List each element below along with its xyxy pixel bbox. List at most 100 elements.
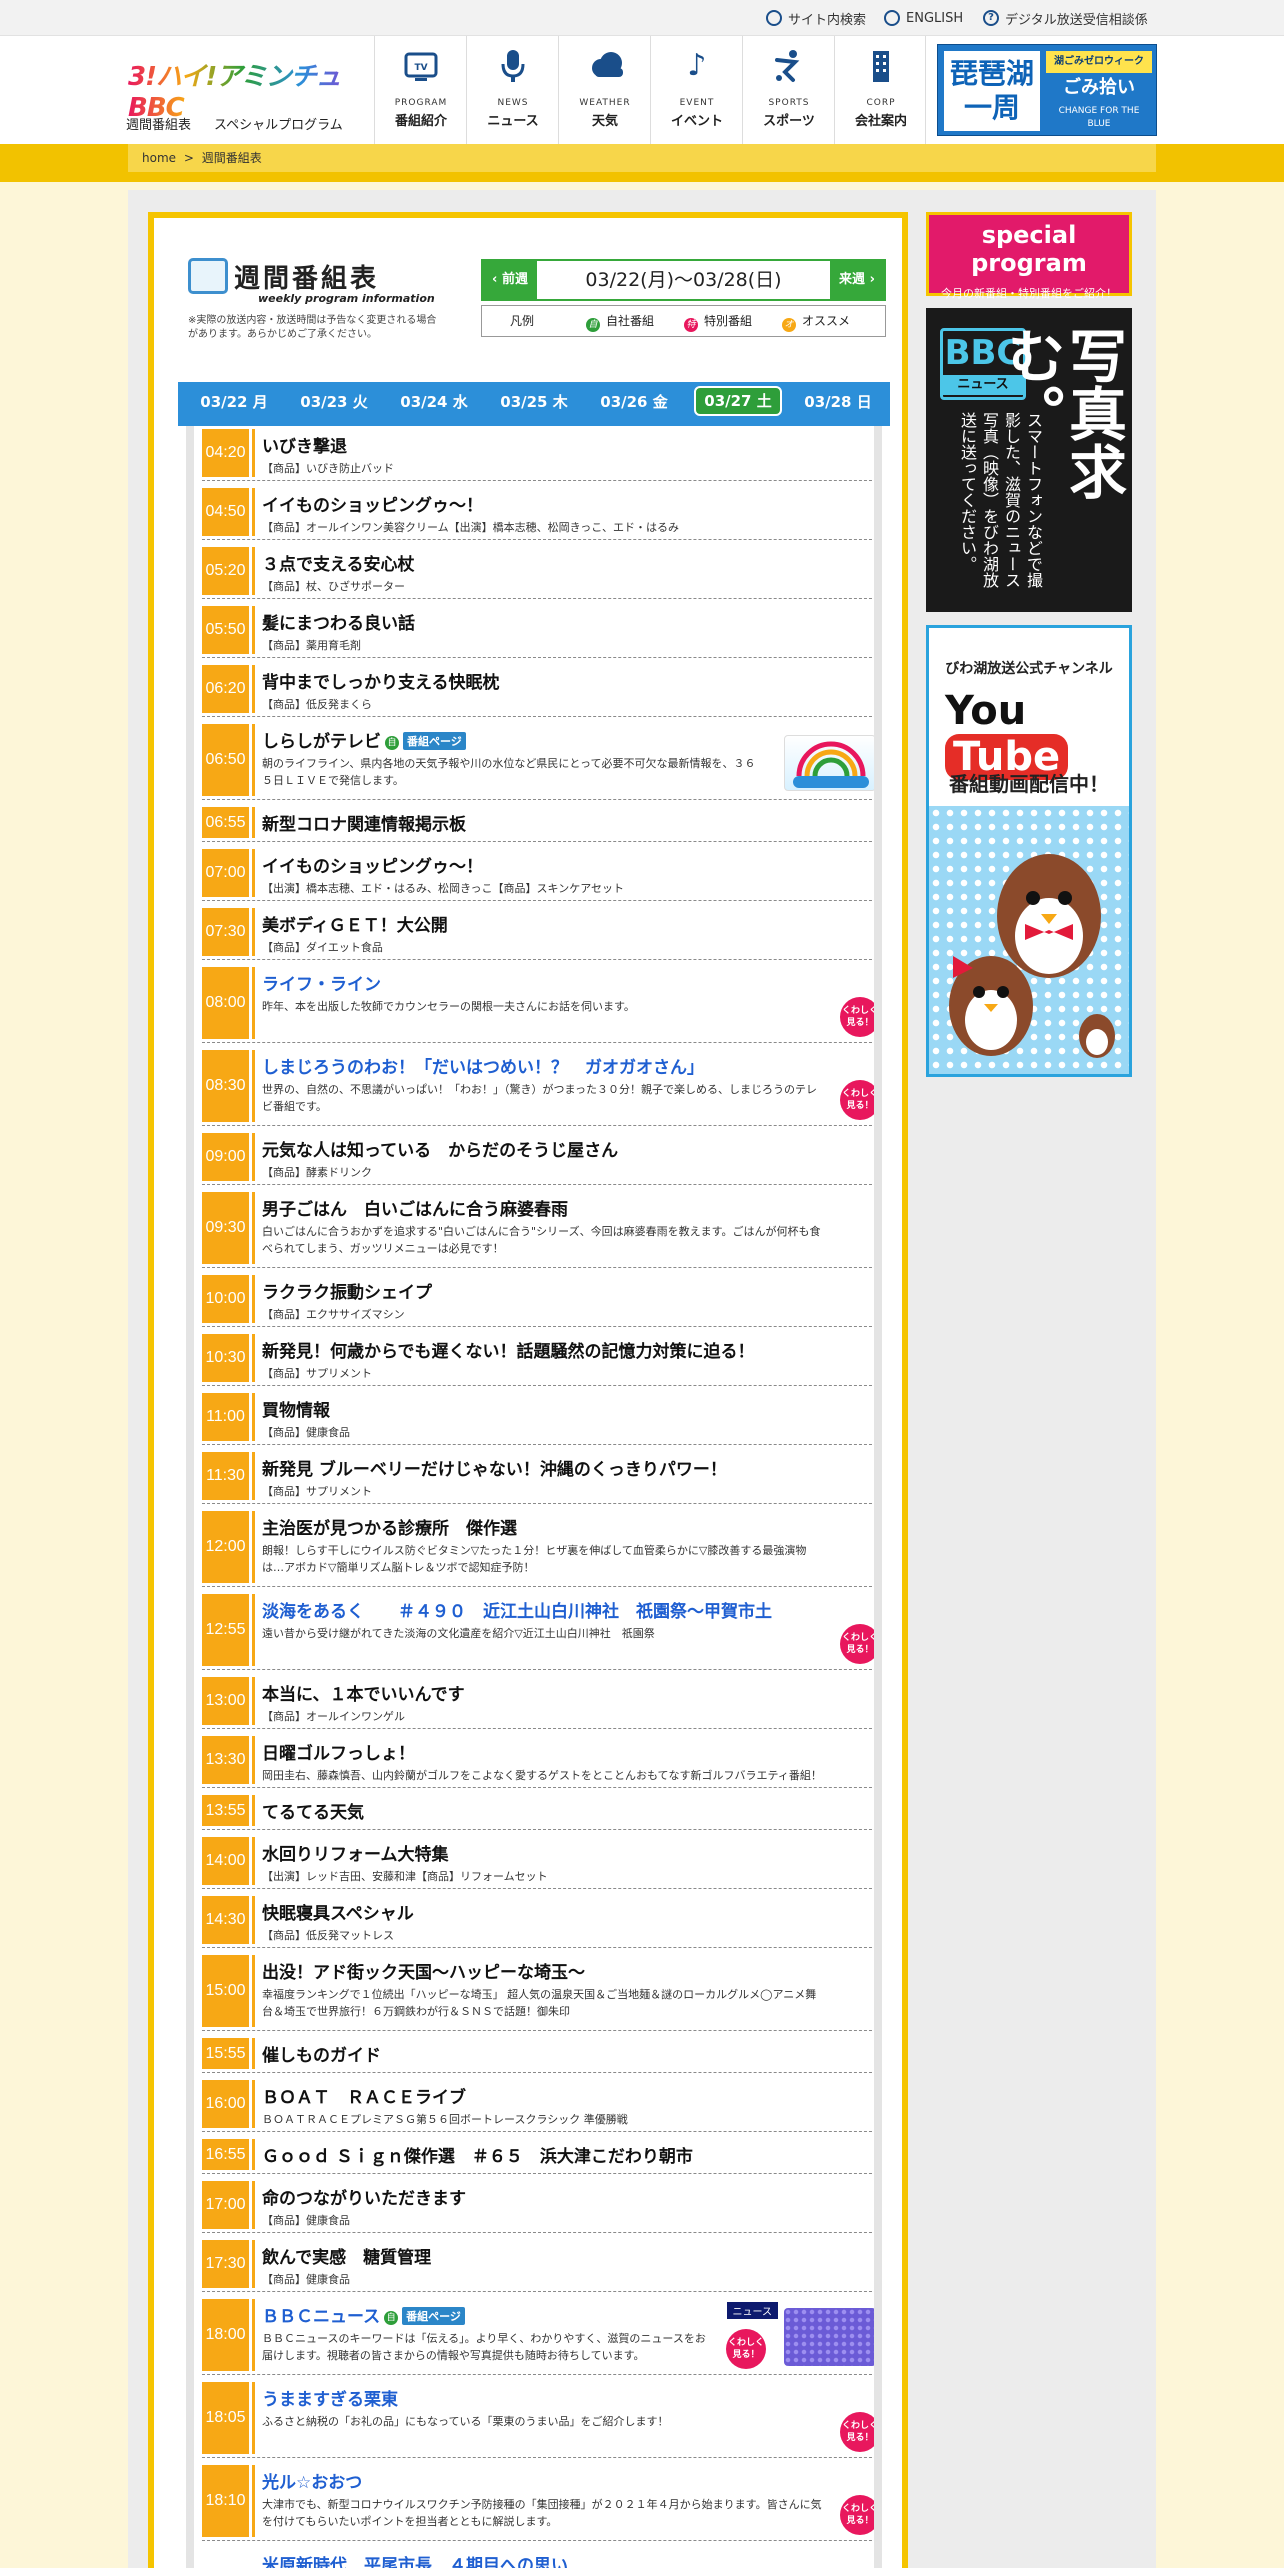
more-details-button[interactable]: くわしく見る！ xyxy=(840,997,874,1037)
program-row[interactable]: 11:00 買物情報 【商品】健康食品 xyxy=(202,1390,874,1445)
program-row[interactable]: 04:20 いびき撃退 【商品】いびき防止バッド xyxy=(202,426,874,481)
more-details-button[interactable]: くわしく見る！ xyxy=(840,1624,874,1664)
program-time: 13:30 xyxy=(202,1736,252,1784)
tab-0323[interactable]: 03/23 火 xyxy=(286,382,382,422)
program-row[interactable]: 10:00 ラクラク振動シェイプ 【商品】エクササイズマシン xyxy=(202,1272,874,1327)
nav-program[interactable]: TV PROGRAM 番組紹介 xyxy=(374,36,466,144)
day-tabs: 03/22 月 03/23 火 03/24 水 03/25 木 03/26 金 … xyxy=(178,382,890,426)
program-row[interactable]: 10:30 新発見！何歳からでも遅くない！話題騒然の記憶力対策に迫る！ 【商品】サプ… xyxy=(202,1331,874,1386)
program-row[interactable]: 04:50 イイものショッピングゥ～！ 【商品】オールインワン美容クリーム【出演】橋… xyxy=(202,485,874,540)
site-search-label: サイト内検索 xyxy=(788,12,867,28)
program-page-badge[interactable]: 番組ページ xyxy=(402,2307,465,2325)
youtube-streaming-label: 番組動画配信中！ xyxy=(949,772,1109,796)
nav-event[interactable]: ♪ EVENT イベント xyxy=(650,36,742,144)
program-row[interactable]: 14:00 水回りリフォーム大特集 【出演】レッド吉田、安藤和津【商品】リフォームセ… xyxy=(202,1834,874,1889)
program-row[interactable]: 18:00 ＢＢＣニュース自番組ページ ＢＢＣニュースのキーワードは「伝える」。より… xyxy=(202,2296,874,2375)
program-description: 世界の、自然の、不思議がいっぱい！「わお！」（驚き）がつまった３０分！親子で楽し… xyxy=(262,1083,818,1113)
prev-week-button[interactable]: ‹ 前週 xyxy=(483,261,537,299)
program-row[interactable]: 08:30 しまじろうのわお！「だいはつめい！？ ガオガオさん」 世界の、自然の、不… xyxy=(202,1047,874,1126)
program-row[interactable]: 13:00 本当に、１本でいいんです 【商品】オールインワンゲル xyxy=(202,1674,874,1729)
program-row[interactable]: 05:50 髪にまつわる良い話 【商品】薬用育毛剤 xyxy=(202,603,874,658)
program-title[interactable]: ライフ・ライン xyxy=(262,970,381,995)
tab-0327-active[interactable]: 03/27 土 xyxy=(694,386,782,416)
subnav-weekly[interactable]: 週間番組表 xyxy=(126,114,191,133)
program-description: 【出演】橋本志穂、エド・はるみ、松岡きっこ【商品】スキンケアセット xyxy=(262,882,625,895)
program-page-badge[interactable]: 番組ページ xyxy=(403,732,466,750)
site-logo[interactable]: 3!ハイ!アミンチュBBC xyxy=(128,56,358,123)
tab-0324[interactable]: 03/24 水 xyxy=(386,382,482,422)
program-title[interactable]: ＢＢＣニュース自番組ページ xyxy=(262,2302,465,2327)
program-row[interactable]: 07:00 イイものショッピングゥ～！ 【出演】橋本志穂、エド・はるみ、松岡きっこ【… xyxy=(202,846,874,901)
tab-0325[interactable]: 03/25 木 xyxy=(486,382,582,422)
program-row[interactable]: 07:30 美ボディＧＥＴ！大公開 【商品】ダイエット食品 xyxy=(202,905,874,960)
program-row[interactable]: 16:00 ＢＯＡＴ ＲＡＣＥライブ ＢＯＡＴＲＡＣＥプレミアＳＧ第５６回ボートレー… xyxy=(202,2077,874,2132)
program-description: 【商品】薬用育毛剤 xyxy=(262,639,361,652)
tab-0326[interactable]: 03/26 金 xyxy=(586,382,682,422)
more-details-button[interactable]: くわしく見る！ xyxy=(840,2412,874,2452)
program-row[interactable]: 06:50 しらしがテレビ自番組ページ 朝のライフライン、県内各地の天気予報や川の水… xyxy=(202,721,874,800)
program-time: 11:00 xyxy=(202,1393,252,1441)
program-row[interactable]: 13:55 てるてる天気 xyxy=(202,1792,874,1830)
program-description: 遠い昔から受け継がれてきた淡海の文化遺産を紹介▽近江土山白川神社 祇園祭 xyxy=(262,1627,655,1640)
subnav-special[interactable]: スペシャルプログラム xyxy=(214,114,343,133)
program-title: 背中までしっかり支える快眠枕 xyxy=(262,673,500,693)
tv-icon xyxy=(188,258,228,294)
nav-weather[interactable]: WEATHER 天気 xyxy=(558,36,650,144)
program-row[interactable]: 17:30 飲んで実感 糖質管理 【商品】健康食品 xyxy=(202,2237,874,2292)
program-description: 【商品】低反発まくら xyxy=(262,698,372,711)
nav-news[interactable]: NEWS ニュース xyxy=(466,36,558,144)
program-title: イイものショッピングゥ～！ xyxy=(262,496,483,516)
next-week-button[interactable]: 来週 › xyxy=(830,261,884,299)
program-time: 18:10 xyxy=(202,2465,252,2537)
program-row[interactable]: 18:05 うまますぎる栗東 ふるさと納税の「お礼の品」にもなっている「栗東のうまい… xyxy=(202,2379,874,2458)
site-search-link[interactable]: サイト内検索 xyxy=(766,8,866,28)
more-details-button[interactable]: くわしく見る！ xyxy=(840,2495,874,2535)
program-title[interactable]: うまますぎる栗東 xyxy=(262,2385,398,2410)
more-details-button[interactable]: くわしく見る！ xyxy=(840,1080,874,1120)
program-title[interactable]: 米原新時代 平尾市長 ４期目への思い xyxy=(262,2551,568,2568)
program-row[interactable]: 13:30 日曜ゴルフっしょ！ 岡田圭右、藤森慎吾、山内鈴蘭がゴルフをこよなく愛する… xyxy=(202,1733,874,1788)
reception-consult-link[interactable]: ? デジタル放送受信相談係 xyxy=(983,8,1148,28)
program-row[interactable]: 06:55 新型コロナ関連情報掲示板 xyxy=(202,804,874,842)
english-link[interactable]: ENGLISH xyxy=(884,8,963,28)
program-title: ３点で支える安心杖 xyxy=(262,555,415,575)
program-row[interactable]: 14:30 快眠寝具スペシャル 【商品】低反発マットレス xyxy=(202,1893,874,1948)
nav-program-en: PROGRAM xyxy=(394,98,448,108)
program-title: イイものショッピングゥ～！ xyxy=(262,857,483,877)
program-row[interactable]: 09:00 元気な人は知っている からだのそうじ屋さん 【商品】酵素ドリンク xyxy=(202,1130,874,1185)
program-row[interactable]: 09:30 男子ごはん 白いごはんに合う麻婆春雨 白いごはんに合うおかずを追求する"… xyxy=(202,1189,874,1268)
nav-sports[interactable]: SPORTS スポーツ xyxy=(742,36,834,144)
breadcrumb-separator: > xyxy=(183,151,194,165)
breadcrumb-home[interactable]: home xyxy=(142,151,176,165)
program-row[interactable]: 12:55 淡海をあるく ＃４９０ 近江土山白川神社 祇園祭～甲賀市土 遠い昔から受… xyxy=(202,1591,874,1670)
program-row[interactable]: 15:55 催しものガイド xyxy=(202,2035,874,2073)
program-row[interactable]: 11:30 新発見 ブルーベリーだけじゃない！沖縄のくっきりパワー！ 【商品】サプリ… xyxy=(202,1449,874,1504)
more-details-button[interactable]: くわしく見る！ xyxy=(726,2329,766,2369)
lake-cleanup-banner[interactable]: 琵琶湖一周 湖ごみゼロウィーク ごみ拾い CHANGE FOR THE BLUE xyxy=(937,44,1157,136)
youtube-channel-banner[interactable]: びわ湖放送公式チャンネル YouTube 番組動画配信中！ xyxy=(926,625,1132,1077)
program-row[interactable]: 08:00 ライフ・ライン 昨年、本を出版した牧師でカウンセラーの関根一夫さんにお話… xyxy=(202,964,874,1043)
nav-event-en: EVENT xyxy=(679,98,715,108)
program-row[interactable]: 06:20 背中までしっかり支える快眠枕 【商品】低反発まくら xyxy=(202,662,874,717)
program-row[interactable]: 16:55 Ｇｏｏｄ Ｓｉｇｎ傑作選 ＃６５ 浜大津こだわり朝市 xyxy=(202,2136,874,2174)
program-title: 買物情報 xyxy=(262,1401,330,1421)
microphone-icon xyxy=(495,48,531,84)
tab-0322[interactable]: 03/22 月 xyxy=(186,382,282,422)
program-row[interactable]: 17:00 命のつながりいただきます 【商品】健康食品 xyxy=(202,2178,874,2233)
lake-cleanup-tag: 湖ごみゼロウィーク xyxy=(1046,51,1152,73)
program-row[interactable]: 米原新時代 平尾市長 ４期目への思い xyxy=(202,2545,874,2568)
nav-corp[interactable]: CORP 会社案内 xyxy=(834,36,926,144)
bbc-news-photo-banner[interactable]: BBC ニュース 写真求む。 スマートフォンなどで撮影した、滋賀のニュース写真（映… xyxy=(926,308,1132,612)
program-title[interactable]: 淡海をあるく ＃４９０ 近江土山白川神社 祇園祭～甲賀市土 xyxy=(262,1597,772,1622)
program-row[interactable]: 12:00 主治医が見つかる診療所 傑作選 朗報！しらす干しにウイルス防ぐビタミン▽… xyxy=(202,1508,874,1587)
program-title[interactable]: 光ル☆おおつ xyxy=(262,2468,362,2493)
program-row[interactable]: 18:10 光ル☆おおつ 大津市でも、新型コロナウイルスワクチン予防接種の「集団接種… xyxy=(202,2462,874,2541)
program-title[interactable]: しまじろうのわお！「だいはつめい！？ ガオガオさん」 xyxy=(262,1053,704,1078)
program-title: ＢＯＡＴ ＲＡＣＥライブ xyxy=(262,2088,466,2108)
tab-0328[interactable]: 03/28 日 xyxy=(790,382,886,422)
program-row[interactable]: 15:00 出没！アド街ック天国～ハッピーな埼玉～ 幸福度ランキングで１位続出「ハッ… xyxy=(202,1952,874,2031)
own-program-icon: 自 xyxy=(385,736,399,750)
nav-news-jp: ニュース xyxy=(487,114,539,129)
program-row[interactable]: 05:20 ３点で支える安心杖 【商品】杖、ひざサポーター xyxy=(202,544,874,599)
special-program-banner[interactable]: special program 今月の新番組・特別番組をご紹介！ xyxy=(926,212,1132,300)
